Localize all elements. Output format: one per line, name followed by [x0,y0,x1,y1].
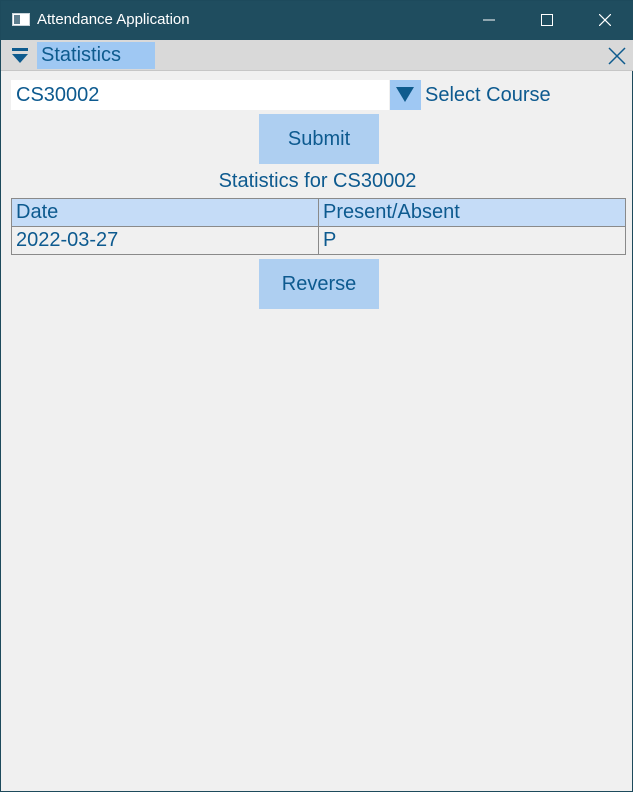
submit-button[interactable]: Submit [259,114,379,164]
app-icon [12,13,30,26]
maximize-icon [541,14,553,26]
table-cell-status[interactable]: P [318,226,626,255]
panel-title: Statistics [41,44,122,66]
window-title: Attendance Application [37,11,190,28]
app-window: Attendance Application Statistics CS3000… [0,0,633,792]
table-header-row: Date Present/Absent [11,198,626,227]
close-panel-icon[interactable] [608,47,626,65]
attendance-table: Date Present/Absent 2022-03-27 P [11,198,626,255]
panel-header: Statistics [1,40,633,71]
collapse-panel-icon[interactable] [10,47,30,65]
table-cell-date[interactable]: 2022-03-27 [11,226,319,255]
reverse-button[interactable]: Reverse [259,259,379,309]
column-header-date[interactable]: Date [11,198,319,227]
course-input[interactable] [11,80,389,110]
course-dropdown-button[interactable] [390,80,421,110]
maximize-button[interactable] [518,1,576,40]
minimize-icon [483,19,495,21]
close-window-button[interactable] [576,1,633,40]
title-bar: Attendance Application [1,1,633,40]
close-icon [599,14,611,26]
table-row[interactable]: 2022-03-27 P [11,226,626,255]
statistics-title: Statistics for CS30002 [218,170,417,192]
chevron-down-icon [396,87,414,102]
minimize-button[interactable] [460,1,518,40]
select-course-label: Select Course [425,84,551,106]
column-header-present-absent[interactable]: Present/Absent [318,198,626,227]
